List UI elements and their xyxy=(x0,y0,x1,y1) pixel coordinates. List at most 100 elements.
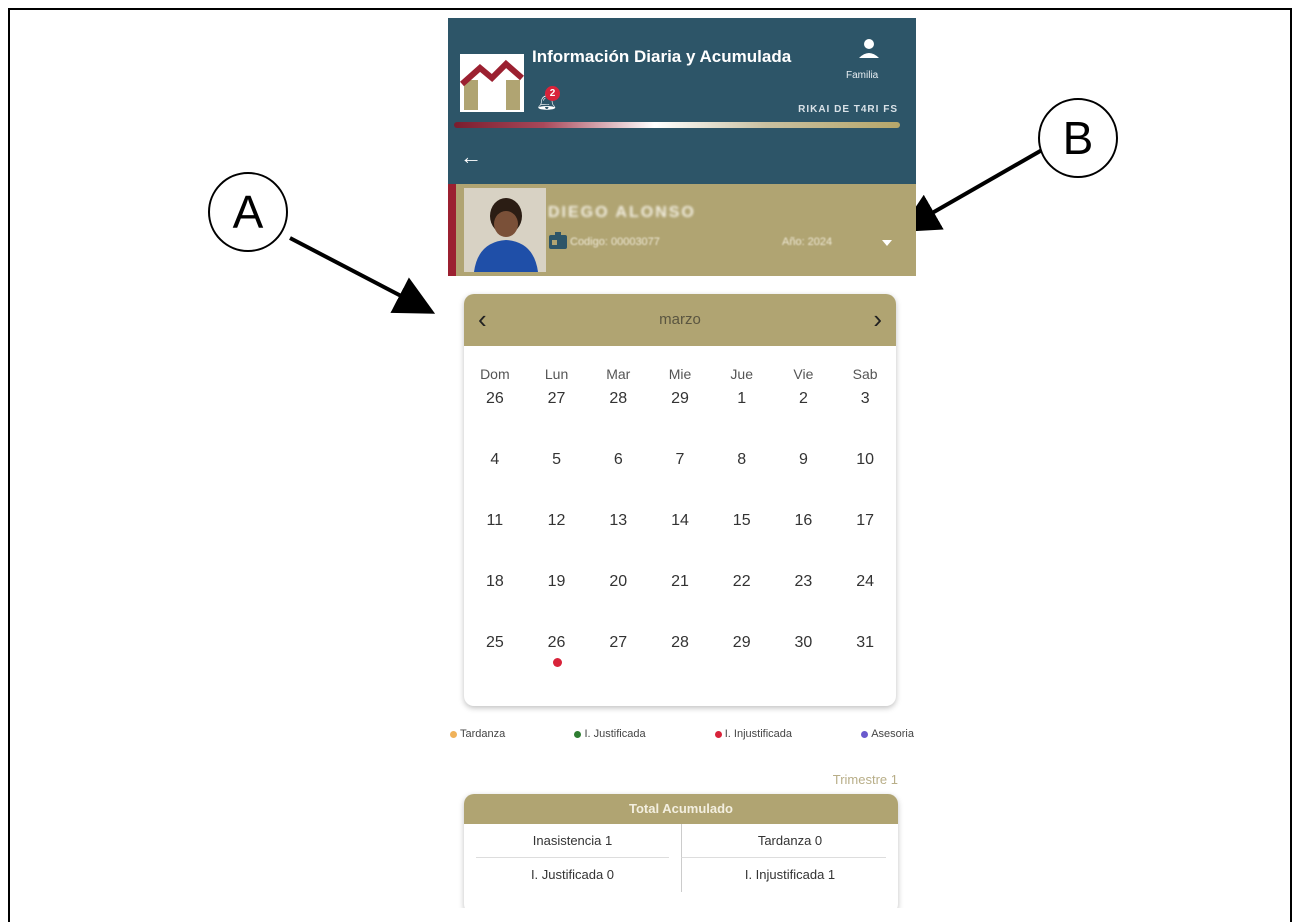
back-arrow-icon[interactable]: ← xyxy=(460,144,482,170)
calendar-day[interactable]: 26 xyxy=(526,630,588,691)
calendar-day[interactable]: 12 xyxy=(526,508,588,569)
user-icon[interactable] xyxy=(856,36,882,62)
unjustified-total: I. Injustificada 1 xyxy=(681,858,898,892)
notification-badge: 2 xyxy=(545,86,560,101)
day-number: 23 xyxy=(794,573,813,590)
day-number: 5 xyxy=(552,451,562,468)
calendar-day[interactable]: 3 xyxy=(834,386,896,447)
student-accent-bar xyxy=(448,184,456,276)
student-avatar xyxy=(464,188,546,272)
weekday-label: Jue xyxy=(730,366,753,382)
callout-a: A xyxy=(208,172,288,252)
calendar-day[interactable]: 23 xyxy=(773,569,835,630)
academic-year: Año: 2024 xyxy=(782,236,833,248)
day-number: 15 xyxy=(732,512,751,529)
legend-dot-icon xyxy=(861,730,869,738)
chevron-down-icon[interactable] xyxy=(882,240,892,246)
calendar-day[interactable]: 5 xyxy=(526,447,588,508)
calendar-day[interactable]: 27 xyxy=(526,386,588,447)
justified-total: I. Justificada 0 xyxy=(530,867,615,882)
calendar-day[interactable]: 6 xyxy=(587,447,649,508)
calendar-day[interactable]: 9 xyxy=(773,447,835,508)
student-code: Codigo: 00003077 xyxy=(570,236,660,248)
calendar-day[interactable]: 22 xyxy=(711,569,773,630)
legend-dot-icon xyxy=(574,730,582,738)
legend-item: I. Injustificada xyxy=(714,728,792,740)
calendar-day[interactable]: 28 xyxy=(649,630,711,691)
calendar-day[interactable]: 29 xyxy=(649,386,711,447)
calendar-day[interactable]: 4 xyxy=(464,447,526,508)
day-number: 18 xyxy=(485,573,504,590)
calendar-day[interactable]: 25 xyxy=(464,630,526,691)
id-card-icon xyxy=(549,232,567,249)
calendar-day[interactable]: 31 xyxy=(834,630,896,691)
attendance-calendar: ‹ marzo › Dom Lun Mar Mie Jue Vie Sab 26… xyxy=(464,294,896,706)
weekday-label: Lun xyxy=(544,366,569,382)
calendar-day[interactable]: 26 xyxy=(464,386,526,447)
calendar-day[interactable]: 28 xyxy=(587,386,649,447)
calendar-day[interactable]: 17 xyxy=(834,508,896,569)
calendar-header: ‹ marzo › xyxy=(464,294,896,346)
weekday-label: Sab xyxy=(852,366,878,382)
calendar-day[interactable]: 27 xyxy=(587,630,649,691)
day-number: 19 xyxy=(547,573,566,590)
day-number: 6 xyxy=(613,451,623,468)
weekday-label: Dom xyxy=(480,366,510,382)
school-name: RIKAI DE T4RI FS xyxy=(798,104,898,115)
day-number: 9 xyxy=(798,451,808,468)
day-number: 3 xyxy=(860,390,870,407)
attendance-legend: Tardanza I. Justificada I. Injustificada As… xyxy=(448,728,916,740)
calendar-day[interactable]: 14 xyxy=(649,508,711,569)
calendar-day[interactable]: 30 xyxy=(773,630,835,691)
weekday-label: Mie xyxy=(668,366,692,382)
calendar-day[interactable]: 11 xyxy=(464,508,526,569)
calendar-day[interactable]: 29 xyxy=(711,630,773,691)
calendar-day[interactable]: 2 xyxy=(773,386,835,447)
day-number: 30 xyxy=(794,634,813,651)
calendar-days-grid: 26 27 28 29 1 2 3 4 5 6 7 8 9 10 11 12 13 14 15 16 17 18 19 20 2… xyxy=(464,382,896,691)
day-number: 27 xyxy=(547,390,566,407)
calendar-day[interactable]: 8 xyxy=(711,447,773,508)
calendar-day[interactable]: 7 xyxy=(649,447,711,508)
legend-label: I. Justificada xyxy=(584,728,646,740)
day-number: 22 xyxy=(732,573,751,590)
legend-label: Tardanza xyxy=(460,728,506,740)
calendar-day[interactable]: 18 xyxy=(464,569,526,630)
day-number: 17 xyxy=(856,512,875,529)
app-header: Información Diaria y Acumulada 🔔︎ 2 Fami… xyxy=(448,18,916,184)
weekday-label: Mar xyxy=(606,366,631,382)
day-number: 12 xyxy=(547,512,566,529)
legend-dot-icon xyxy=(450,730,457,738)
day-number: 1 xyxy=(737,390,747,407)
day-number: 24 xyxy=(856,573,875,590)
day-number: 13 xyxy=(609,512,628,529)
day-number: 10 xyxy=(856,451,875,468)
calendar-day[interactable]: 10 xyxy=(834,447,896,508)
day-number: 21 xyxy=(671,573,689,590)
student-name: DIEGO ALONSO xyxy=(548,204,696,221)
calendar-month: marzo xyxy=(659,311,701,328)
calendar-day[interactable]: 16 xyxy=(773,508,835,569)
weekday-row: Dom Lun Mar Mie Jue Vie Sab xyxy=(464,346,896,382)
tardiness-total: Tardanza 0 xyxy=(681,824,886,858)
day-number: 11 xyxy=(486,512,504,529)
next-month-button[interactable]: › xyxy=(873,304,882,335)
calendar-day[interactable]: 21 xyxy=(649,569,711,630)
day-number: 27 xyxy=(609,634,628,651)
calendar-day[interactable]: 15 xyxy=(711,508,773,569)
day-number: 26 xyxy=(485,390,504,407)
calendar-day[interactable]: 1 xyxy=(711,386,773,447)
student-selector[interactable]: DIEGO ALONSO Codigo: 00003077 Año: 2024 xyxy=(448,184,916,276)
day-number: 2 xyxy=(798,390,808,407)
header-divider xyxy=(454,122,900,128)
calendar-day[interactable]: 19 xyxy=(526,569,588,630)
legend-item: Tardanza xyxy=(450,728,505,740)
calendar-day[interactable]: 24 xyxy=(834,569,896,630)
day-number: 28 xyxy=(671,634,689,651)
day-number: 28 xyxy=(609,390,628,407)
calendar-day[interactable]: 20 xyxy=(587,569,649,630)
trimester-label[interactable]: Trimestre 1 xyxy=(833,772,898,787)
calendar-day[interactable]: 13 xyxy=(587,508,649,569)
day-number: 31 xyxy=(856,634,875,651)
weekday-label: Vie xyxy=(793,366,814,382)
